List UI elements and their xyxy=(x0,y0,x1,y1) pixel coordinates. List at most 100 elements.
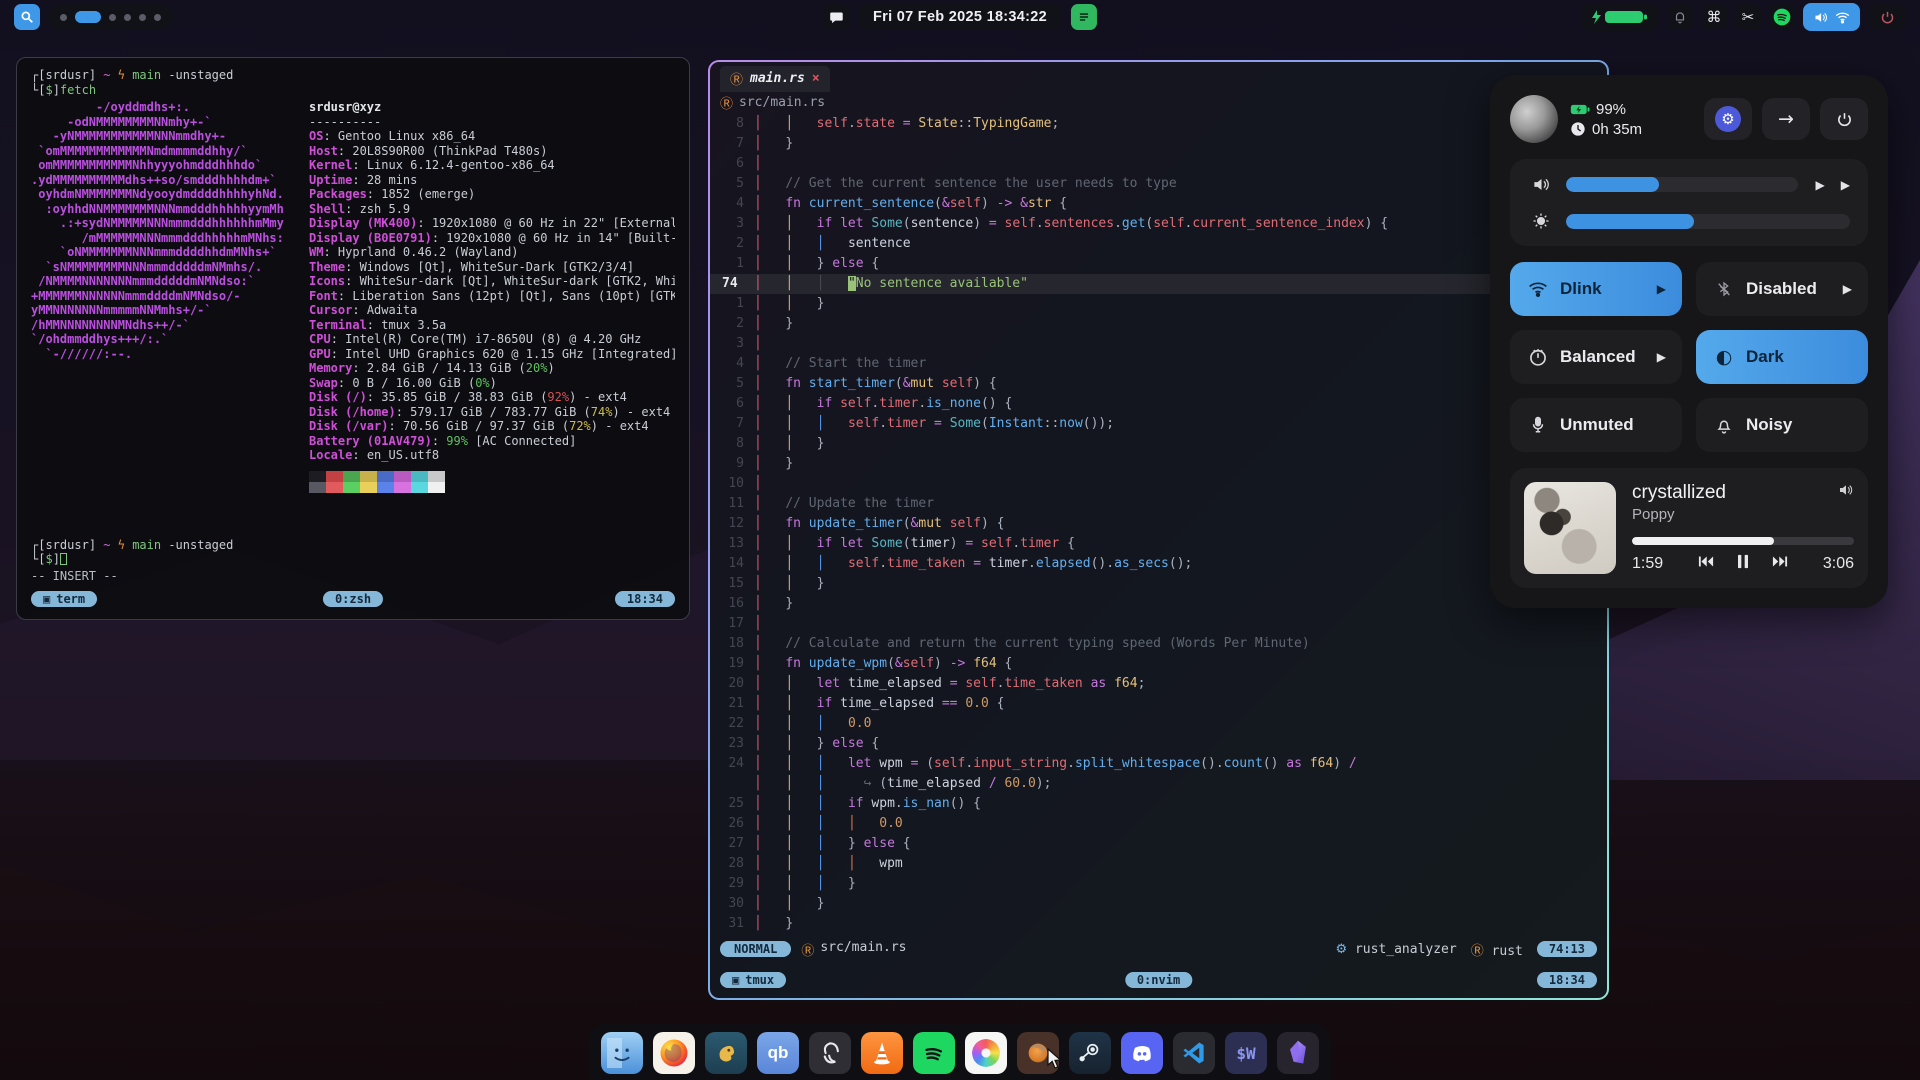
code-line[interactable]: 11│ // Update the timer xyxy=(710,494,1607,514)
code-line[interactable]: 27│ │ │ } else { xyxy=(710,834,1607,854)
command-icon[interactable]: ⌘ xyxy=(1701,4,1727,30)
code-line[interactable]: 12│ fn update_timer(&mut self) { xyxy=(710,514,1607,534)
dock-firefox-icon[interactable] xyxy=(653,1032,695,1074)
code-line[interactable]: 19│ fn update_wpm(&self) -> f64 { xyxy=(710,654,1607,674)
code-line[interactable]: 28│ │ │ │ wpm xyxy=(710,854,1607,874)
settings-button[interactable]: ⚙ xyxy=(1704,98,1752,140)
code-line[interactable]: 6│ │ if self.timer.is_none() { xyxy=(710,394,1607,414)
next-track-button[interactable] xyxy=(1772,555,1789,573)
workspace-dot[interactable] xyxy=(60,14,67,21)
code-line[interactable]: 23│ │ } else { xyxy=(710,734,1607,754)
code-line[interactable]: │ │ │ ↪ (time_elapsed / 60.0); xyxy=(710,774,1607,794)
code-editor-area[interactable]: 8│ │ self.state = State::TypingGame;7│ }… xyxy=(710,112,1607,936)
tmux-window-badge[interactable]: 0:zsh xyxy=(323,591,383,608)
dock-swirl-app-icon[interactable] xyxy=(809,1032,851,1074)
code-line[interactable]: 9│ } xyxy=(710,454,1607,474)
workspace-dot[interactable] xyxy=(124,14,131,21)
code-line[interactable]: 16│ } xyxy=(710,594,1607,614)
code-line[interactable]: 7│ │ │ self.timer = Some(Instant::now())… xyxy=(710,414,1607,434)
code-line[interactable]: 13│ │ if let Some(timer) = self.timer { xyxy=(710,534,1607,554)
code-line[interactable]: 3│ │ if let Some(sentence) = self.senten… xyxy=(710,214,1607,234)
workspace-active[interactable] xyxy=(75,11,101,23)
power-icon[interactable] xyxy=(1868,4,1906,30)
chevron-right-icon[interactable]: ▶ xyxy=(1657,282,1666,296)
volume-wifi-indicator[interactable] xyxy=(1803,3,1860,31)
code-line[interactable]: 26│ │ │ │ 0.0 xyxy=(710,814,1607,834)
code-line[interactable]: 4│ fn current_sentence(&self) -> &str { xyxy=(710,194,1607,214)
code-line[interactable]: 14│ │ │ self.time_taken = timer.elapsed(… xyxy=(710,554,1607,574)
toggle-notifications[interactable]: Noisy xyxy=(1696,398,1868,452)
pause-button[interactable] xyxy=(1737,554,1750,574)
dock-dollar-w-app-icon[interactable]: $W xyxy=(1225,1032,1267,1074)
workspace-dot[interactable] xyxy=(139,14,146,21)
code-line-current[interactable]: 74│ │ │ "No sentence available" xyxy=(710,274,1607,294)
dock-obsidian-icon[interactable] xyxy=(1277,1032,1319,1074)
volume-expand-icon[interactable]: ▶ xyxy=(1841,178,1850,192)
dock-file-manager-icon[interactable] xyxy=(601,1032,643,1074)
code-line[interactable]: 20│ │ let time_elapsed = self.time_taken… xyxy=(710,674,1607,694)
code-line[interactable]: 5│ // Get the current sentence the user … xyxy=(710,174,1607,194)
code-line[interactable]: 1│ │ } else { xyxy=(710,254,1607,274)
code-line[interactable]: 4│ // Start the timer xyxy=(710,354,1607,374)
dock-vlc-icon[interactable] xyxy=(861,1032,903,1074)
tmux-session-badge[interactable]: ▣term xyxy=(31,591,97,608)
code-line[interactable]: 5│ fn start_timer(&mut self) { xyxy=(710,374,1607,394)
code-line[interactable]: 17│ xyxy=(710,614,1607,634)
tmux-session-badge[interactable]: ▣tmux xyxy=(720,972,786,988)
terminal-window[interactable]: ┌[srdusr] ~ ϟ main -unstaged └[$]fetch -… xyxy=(16,57,690,620)
dock-steam-icon[interactable] xyxy=(1069,1032,1111,1074)
code-line[interactable]: 6│ xyxy=(710,154,1607,174)
search-icon[interactable] xyxy=(14,4,40,30)
code-line[interactable]: 22│ │ │ 0.0 xyxy=(710,714,1607,734)
dock-vscode-icon[interactable] xyxy=(1173,1032,1215,1074)
player-progress-bar[interactable] xyxy=(1632,537,1854,545)
dock-spotify-icon[interactable] xyxy=(913,1032,955,1074)
tab-main-rs[interactable]: Ⓡ main.rs × xyxy=(720,66,830,92)
editor-window[interactable]: Ⓡ main.rs × Ⓡ src/main.rs 8│ │ self.stat… xyxy=(710,62,1607,998)
tmux-window-badge[interactable]: 0:nvim xyxy=(1125,972,1192,988)
code-line[interactable]: 29│ │ │ } xyxy=(710,874,1607,894)
lock-session-button[interactable]: → xyxy=(1762,98,1810,140)
dock-discord-icon[interactable] xyxy=(1121,1032,1163,1074)
volume-output-toggle-icon[interactable]: ▶ xyxy=(1816,178,1825,192)
workspace-dot[interactable] xyxy=(109,14,116,21)
code-line[interactable]: 31│ } xyxy=(710,914,1607,934)
workspace-dot[interactable] xyxy=(154,14,161,21)
previous-track-button[interactable] xyxy=(1698,555,1715,573)
notes-icon[interactable] xyxy=(1071,4,1097,30)
code-line[interactable]: 21│ │ if time_elapsed == 0.0 { xyxy=(710,694,1607,714)
scissors-icon[interactable]: ✂ xyxy=(1735,4,1761,30)
workspace-indicator[interactable] xyxy=(48,4,173,30)
power-button[interactable] xyxy=(1820,98,1868,140)
toggle-dark-mode[interactable]: ◐ Dark xyxy=(1696,330,1868,384)
code-line[interactable]: 25│ │ │ if wpm.is_nan() { xyxy=(710,794,1607,814)
code-line[interactable]: 2│ │ │ sentence xyxy=(710,234,1607,254)
toggle-wifi[interactable]: Dlink ▶ xyxy=(1510,262,1682,316)
brightness-slider[interactable] xyxy=(1566,214,1850,229)
toggle-power-profile[interactable]: Balanced ▶ xyxy=(1510,330,1682,384)
code-line[interactable]: 8│ │ } xyxy=(710,434,1607,454)
spotify-icon[interactable] xyxy=(1769,4,1795,30)
dock-thunar-icon[interactable] xyxy=(705,1032,747,1074)
code-line[interactable]: 15│ │ } xyxy=(710,574,1607,594)
volume-slider[interactable] xyxy=(1566,177,1798,192)
toggle-bluetooth[interactable]: Disabled ▶ xyxy=(1696,262,1868,316)
code-line[interactable]: 7│ } xyxy=(710,134,1607,154)
code-line[interactable]: 24│ │ │ let wpm = (self.input_string.spl… xyxy=(710,754,1607,774)
dock-photos-icon[interactable] xyxy=(965,1032,1007,1074)
chevron-right-icon[interactable]: ▶ xyxy=(1657,350,1666,364)
toggle-microphone[interactable]: Unmuted xyxy=(1510,398,1682,452)
prompt-line-4[interactable]: └[$] xyxy=(31,552,675,567)
code-line[interactable]: 8│ │ self.state = State::TypingGame; xyxy=(710,114,1607,134)
code-line[interactable]: 10│ xyxy=(710,474,1607,494)
code-line[interactable]: 18│ // Calculate and return the current … xyxy=(710,634,1607,654)
clock[interactable]: Fri 07 Feb 2025 18:34:22 xyxy=(859,4,1061,30)
battery-indicator[interactable] xyxy=(1581,3,1659,31)
code-line[interactable]: 3│ xyxy=(710,334,1607,354)
chevron-right-icon[interactable]: ▶ xyxy=(1843,282,1852,296)
player-speaker-icon[interactable] xyxy=(1838,482,1854,503)
code-line[interactable]: 2│ } xyxy=(710,314,1607,334)
bell-icon[interactable] xyxy=(1667,4,1693,30)
chat-bubble-icon[interactable] xyxy=(823,4,849,30)
avatar[interactable] xyxy=(1510,95,1558,143)
